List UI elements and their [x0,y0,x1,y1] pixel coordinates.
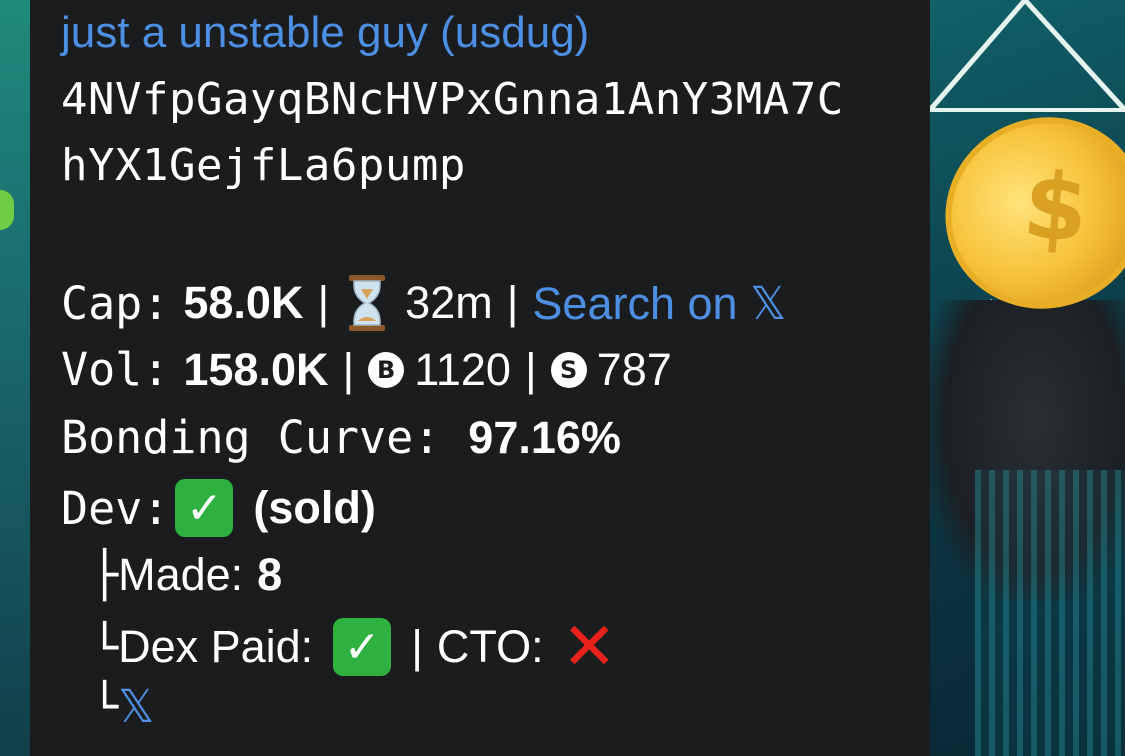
separator: | [524,343,537,395]
x-logo-icon[interactable]: 𝕏 [118,680,154,733]
sells-value: 787 [596,343,672,395]
volume-row: Vol: 158.0K | B 1120 | S 787 [61,343,672,396]
check-mark-icon: ✓ [333,618,392,676]
bonding-curve-row: Bonding Curve: 97.16% [61,411,621,464]
made-row: ├ Made: 8 [91,548,282,601]
dev-status: (sold) [253,482,376,533]
separator: | [506,277,519,328]
wallpaper-bars [975,470,1125,756]
separator: | [317,277,330,328]
cap-row: Cap: 58.0K | 32m | Search on 𝕏 [61,275,786,331]
buys-value: 1120 [414,343,511,395]
message-bubble[interactable]: just a unstable guy (usdug) 4NVfpGayqBNc… [30,0,930,756]
tree-end-glyph: └ [91,620,119,674]
x-link-row: └ 𝕏 [91,680,154,733]
bonding-value: 97.16% [468,411,621,463]
age-value: 32m [405,277,493,328]
cross-mark-icon: ✕ [561,608,617,685]
contract-address-line-2[interactable]: hYX1GejfLa6pump [61,140,466,191]
bonding-label: Bonding Curve: [61,411,441,464]
separator: | [342,343,355,395]
tree-end-glyph: └ [91,680,119,733]
contract-address-line-1[interactable]: 4NVfpGayqBNcHVPxGnna1AnY3MA7C [61,74,844,125]
made-value: 8 [257,548,283,600]
vol-value: 158.0K [183,343,329,395]
cap-label: Cap: [61,276,170,330]
cto-label: CTO: [436,621,544,672]
token-name-link[interactable]: just a unstable guy (usdug) [61,8,589,58]
dev-label: Dev: [61,481,170,535]
vol-label: Vol: [61,343,170,396]
hourglass-icon [349,275,386,331]
dex-paid-row: └ Dex Paid: ✓ | CTO: ✕ [91,614,617,680]
search-on-x-link[interactable]: Search on 𝕏 [532,277,786,330]
tree-branch-glyph: ├ [91,548,119,601]
cap-value: 58.0K [183,277,304,328]
x-logo-icon[interactable]: 𝕏 [750,277,786,330]
sells-s-icon: S [550,351,587,388]
search-link-text[interactable]: Search on [532,278,737,329]
buys-b-icon: B [368,351,405,388]
dev-row: Dev: ✓ (sold) [61,479,376,537]
check-mark-icon: ✓ [175,479,234,537]
separator: | [411,621,423,672]
dex-paid-label: Dex Paid: [118,621,314,672]
wallpaper-left-strip [0,0,30,756]
made-label: Made: [118,548,244,600]
